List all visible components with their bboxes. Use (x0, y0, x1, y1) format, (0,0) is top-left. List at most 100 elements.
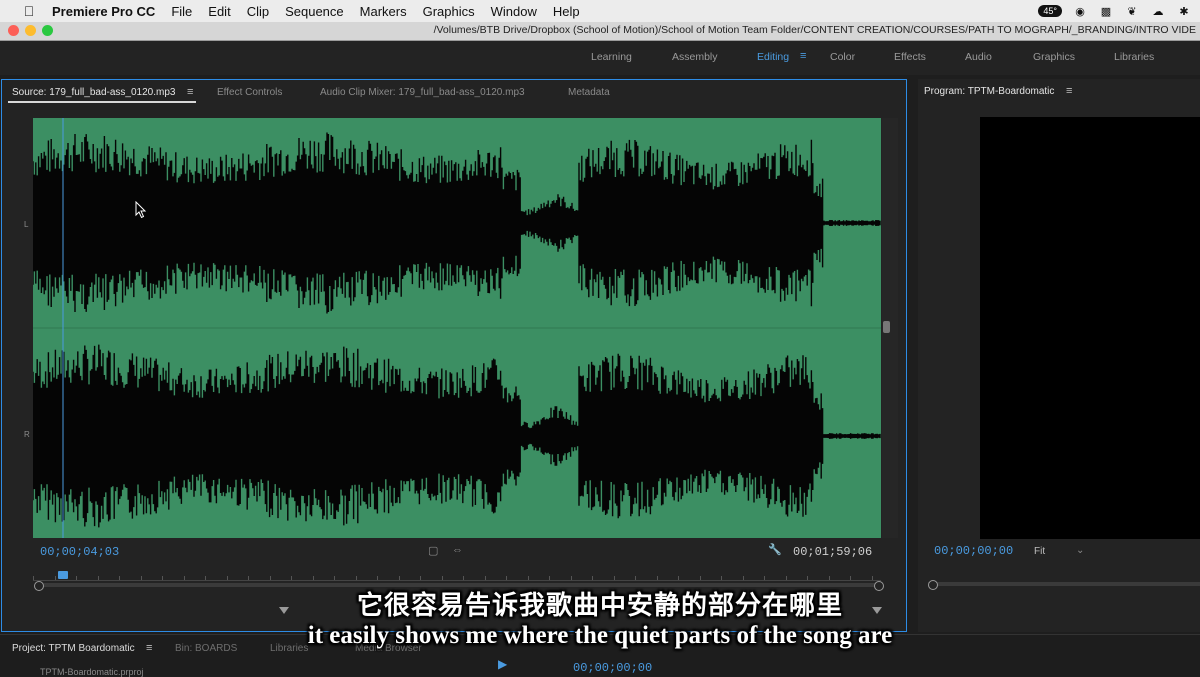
ruler-tick (764, 576, 765, 580)
program-video-frame (980, 117, 1200, 539)
vertical-level-scrollbar[interactable] (882, 118, 898, 538)
workspace-menu-icon[interactable]: ≡ (800, 50, 806, 62)
ruler-tick (312, 576, 314, 580)
ruler-tick (678, 576, 679, 580)
channel-right-label: R (24, 430, 30, 439)
ruler-tick (140, 576, 142, 580)
status-area: 45° ◉ ▩ ❦ ☁ ✱ (1038, 0, 1192, 22)
chevron-down-icon[interactable]: ⌄ (1076, 545, 1084, 556)
app-menu[interactable]: Premiere Pro CC (52, 4, 155, 19)
project-item[interactable]: TPTM-Boardomatic.prproj (40, 667, 144, 677)
ruler-tick (549, 576, 550, 580)
ruler-tick (355, 576, 357, 580)
ruler-tick (269, 576, 271, 580)
menu-sequence[interactable]: Sequence (285, 4, 344, 19)
workspace-editing[interactable]: Editing (757, 51, 789, 63)
ruler-tick (613, 576, 615, 580)
tab-source[interactable]: Source: 179_full_bad-ass_0120.mp3 (12, 87, 175, 98)
workspace-effects[interactable]: Effects (894, 51, 926, 63)
ruler-tick (484, 576, 486, 580)
menu-help[interactable]: Help (553, 4, 580, 19)
tab-program[interactable]: Program: TPTM-Boardomatic (924, 86, 1054, 97)
workspace-libraries[interactable]: Libraries (1114, 51, 1154, 63)
tab-effect-controls[interactable]: Effect Controls (217, 87, 282, 98)
ruler-tick (506, 576, 507, 580)
current-timecode[interactable]: 00;00;04;03 (40, 545, 119, 559)
workspace-bar: Learning Assembly Editing ≡ Color Effect… (0, 41, 1200, 75)
close-window-button[interactable] (8, 25, 19, 36)
workspace-color[interactable]: Color (830, 51, 855, 63)
selection-tool-icon[interactable]: ▶ (498, 657, 507, 671)
menu-edit[interactable]: Edit (208, 4, 230, 19)
ruler-tick (441, 576, 443, 580)
audio-waveform[interactable] (33, 118, 881, 538)
workspace-assembly[interactable]: Assembly (672, 51, 718, 63)
waveform-graphic (33, 118, 881, 538)
temperature-badge[interactable]: 45° (1038, 5, 1062, 17)
ruler-tick (54, 576, 56, 580)
waveform-peaks (33, 132, 881, 528)
mac-menubar:  Premiere Pro CC File Edit Clip Sequenc… (0, 0, 1200, 22)
tab-metadata[interactable]: Metadata (568, 87, 610, 98)
program-timecode[interactable]: 00;00;00;00 (934, 544, 1013, 558)
record-icon[interactable]: ◉ (1072, 5, 1088, 18)
ruler-tick (162, 576, 163, 580)
scroll-thumb[interactable] (883, 321, 890, 333)
ruler-tick (871, 576, 873, 580)
apple-icon[interactable]:  (20, 3, 38, 19)
window-titlebar: /Volumes/BTB Drive/Dropbox (School of Mo… (0, 22, 1200, 41)
project-path: /Volumes/BTB Drive/Dropbox (School of Mo… (433, 24, 1196, 36)
bluetooth-icon[interactable]: ✱ (1176, 5, 1192, 18)
ruler-tick (76, 576, 77, 580)
panel-menu-icon[interactable]: ≡ (187, 86, 193, 98)
ruler-tick (420, 576, 421, 580)
menu-clip[interactable]: Clip (247, 4, 269, 19)
ruler-tick (33, 576, 34, 580)
playhead-handle[interactable] (58, 571, 68, 579)
butterfly-icon[interactable]: ❦ (1124, 5, 1140, 18)
menu-file[interactable]: File (171, 4, 192, 19)
time-ruler[interactable] (33, 572, 881, 581)
ruler-tick (656, 576, 658, 580)
ruler-tick (592, 576, 593, 580)
ruler-tick (183, 576, 185, 580)
tab-audio-clip-mixer[interactable]: Audio Clip Mixer: 179_full_bad-ass_0120.… (320, 87, 525, 98)
menu-window[interactable]: Window (491, 4, 537, 19)
ruler-tick (97, 576, 99, 580)
menu-graphics[interactable]: Graphics (423, 4, 475, 19)
ruler-tick (377, 576, 378, 580)
workspace-audio[interactable]: Audio (965, 51, 992, 63)
ruler-tick (635, 576, 636, 580)
settings-wrench-icon[interactable]: 🔧 (768, 543, 782, 556)
ruler-tick (248, 576, 249, 580)
creative-cloud-icon[interactable]: ☁ (1150, 5, 1166, 18)
ruler-tick (527, 576, 529, 580)
ruler-tick (463, 576, 464, 580)
subtitle-chinese: 它很容易告诉我歌曲中安静的部分在哪里 (356, 591, 843, 621)
maximize-window-button[interactable] (42, 25, 53, 36)
ruler-tick (398, 576, 400, 580)
camera-icon[interactable]: ▩ (1098, 5, 1114, 18)
workspace-graphics[interactable]: Graphics (1033, 51, 1075, 63)
ruler-tick (699, 576, 701, 580)
drag-video-only-icon[interactable]: ▢ (428, 544, 438, 557)
ruler-tick (828, 576, 830, 580)
program-monitor-panel: Program: TPTM-Boardomatic ≡ 00;00;00;00 … (918, 79, 1200, 632)
ruler-tick (570, 576, 572, 580)
duration-timecode: 00;01;59;06 (793, 545, 873, 559)
drag-audio-only-icon[interactable]: ⇔ (452, 544, 463, 556)
ruler-tick (119, 576, 120, 580)
ruler-tick (742, 576, 744, 580)
ruler-tick (721, 576, 722, 580)
window-controls (8, 25, 53, 36)
sequence-timecode[interactable]: 00;00;00;00 (573, 661, 652, 675)
menu-markers[interactable]: Markers (360, 4, 407, 19)
workspace-learning[interactable]: Learning (591, 51, 632, 63)
fit-dropdown[interactable]: Fit (1034, 546, 1045, 557)
ruler-tick (205, 576, 206, 580)
minimize-window-button[interactable] (25, 25, 36, 36)
ruler-tick (785, 576, 787, 580)
ruler-tick (334, 576, 335, 580)
program-menu-icon[interactable]: ≡ (1066, 85, 1072, 97)
source-monitor-panel: Source: 179_full_bad-ass_0120.mp3 ≡ Effe… (1, 79, 907, 632)
